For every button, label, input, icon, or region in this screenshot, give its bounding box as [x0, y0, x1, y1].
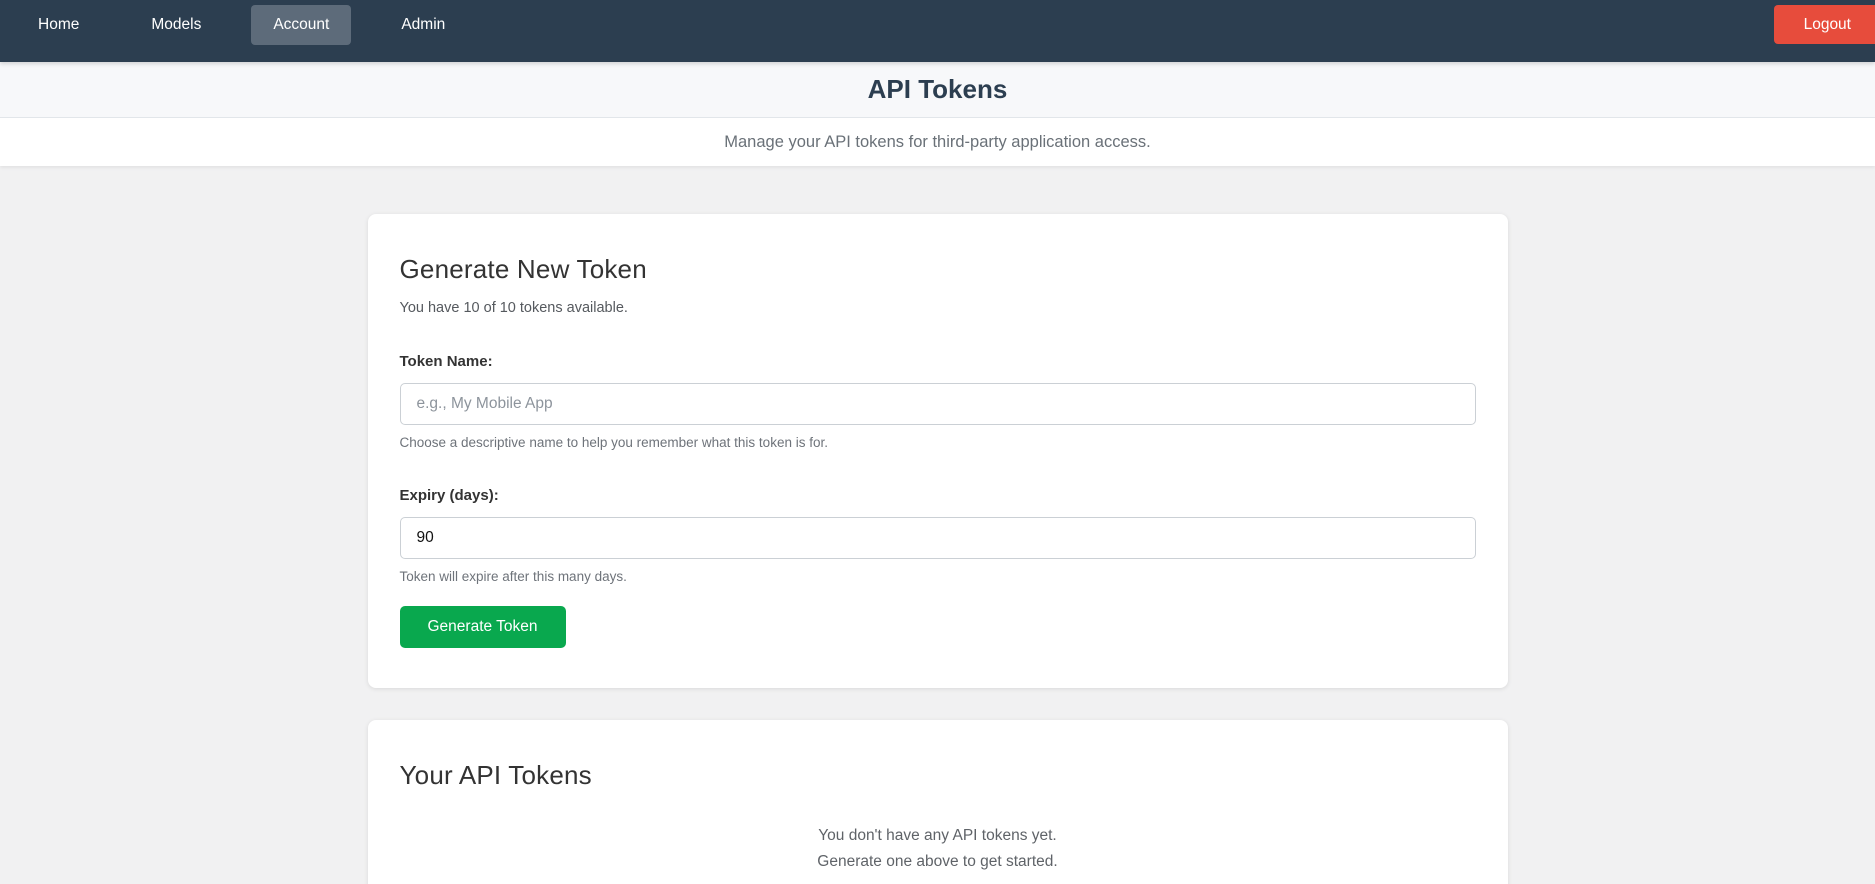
- tokens-available-text: You have 10 of 10 tokens available.: [399, 300, 628, 316]
- page-header: API Tokens: [0, 62, 1875, 118]
- expiry-help: Token will expire after this many days.: [399, 569, 627, 584]
- generate-token-card: Generate New Token You have 10 of 10 tok…: [367, 214, 1508, 688]
- empty-state-line1: You don't have any API tokens yet.: [818, 827, 1057, 844]
- nav-item-admin[interactable]: Admin: [379, 5, 467, 45]
- your-tokens-heading: Your API Tokens: [399, 760, 592, 790]
- nav-item-models[interactable]: Models: [129, 5, 223, 45]
- tokens-empty-state: You don't have any API tokens yet. Gener…: [400, 823, 1476, 874]
- main-content: Generate New Token You have 10 of 10 tok…: [367, 214, 1508, 884]
- top-navbar: Home Models Account Admin Logout: [0, 0, 1875, 62]
- nav-item-account[interactable]: Account: [251, 5, 352, 45]
- page-subheader: Manage your API tokens for third-party a…: [0, 118, 1875, 166]
- nav-links: Home Models Account Admin: [16, 5, 467, 45]
- page-title: API Tokens: [867, 74, 1008, 104]
- page-subtitle: Manage your API tokens for third-party a…: [724, 132, 1151, 151]
- token-name-help: Choose a descriptive name to help you re…: [399, 435, 828, 450]
- expiry-input[interactable]: [399, 517, 1476, 559]
- token-name-label: Token Name:: [399, 353, 493, 370]
- expiry-label: Expiry (days):: [399, 487, 499, 504]
- nav-item-home[interactable]: Home: [16, 5, 101, 45]
- generate-token-button[interactable]: Generate Token: [399, 606, 566, 648]
- generate-token-heading: Generate New Token: [399, 254, 647, 284]
- logout-button[interactable]: Logout: [1773, 5, 1875, 44]
- your-tokens-card: Your API Tokens You don't have any API t…: [367, 720, 1508, 884]
- empty-state-line2: Generate one above to get started.: [817, 852, 1058, 870]
- token-name-input[interactable]: [399, 383, 1476, 425]
